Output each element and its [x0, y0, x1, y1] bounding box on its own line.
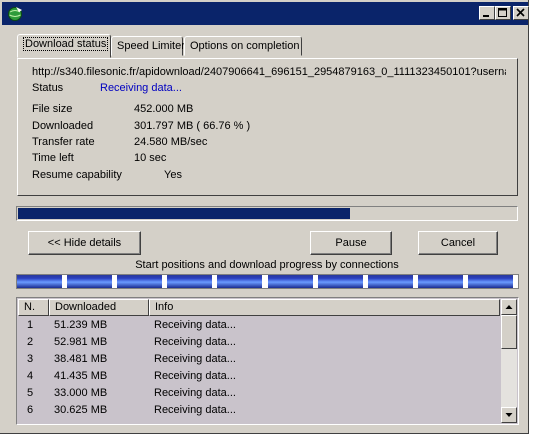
file-size-value: 452.000 MB: [134, 103, 194, 115]
table-row[interactable]: 3 38.481 MB Receiving data...: [18, 351, 500, 368]
tab-label: Speed Limiter: [117, 40, 185, 52]
row-downloaded: 30.625 MB: [54, 404, 108, 416]
download-progress-bar: [16, 206, 518, 221]
scroll-thumb[interactable]: [501, 315, 517, 349]
close-button[interactable]: [513, 6, 529, 20]
table-row[interactable]: 5 33.000 MB Receiving data...: [18, 385, 500, 402]
row-downloaded: 52.981 MB: [54, 336, 108, 348]
transfer-rate-label: Transfer rate: [32, 136, 95, 148]
hide-details-button[interactable]: << Hide details: [28, 231, 141, 255]
scroll-down-arrow-icon: [505, 413, 513, 417]
connection-progress-segment: [417, 275, 463, 288]
connection-progress-segment: [317, 275, 363, 288]
row-number: 3: [27, 353, 34, 365]
minimize-icon: [483, 15, 489, 17]
row-info: Receiving data...: [154, 404, 236, 416]
row-number: 1: [27, 319, 34, 331]
downloaded-label: Downloaded: [32, 120, 94, 132]
row-info: Receiving data...: [154, 370, 236, 382]
table-row[interactable]: 2 52.981 MB Receiving data...: [18, 334, 500, 351]
row-number: 6: [27, 404, 34, 416]
tab-speed-limiter[interactable]: Speed Limiter: [111, 36, 185, 56]
maximize-icon: [498, 8, 507, 17]
minimize-button[interactable]: [479, 6, 495, 20]
scroll-up-button[interactable]: [501, 299, 517, 315]
idm-globe-icon: [8, 7, 22, 21]
row-info: Receiving data...: [154, 353, 236, 365]
row-downloaded: 38.481 MB: [54, 353, 108, 365]
download-url: http://s340.filesonic.fr/apidownload/240…: [32, 66, 506, 78]
tab-download-status[interactable]: Download status: [17, 34, 111, 58]
row-downloaded: 51.239 MB: [54, 319, 108, 331]
cancel-button[interactable]: Cancel: [418, 231, 498, 255]
connection-progress-segment: [217, 275, 263, 288]
row-number: 4: [27, 370, 34, 382]
list-header: N. Downloaded Info: [18, 299, 500, 316]
title-bar[interactable]: [2, 2, 529, 25]
column-header-n[interactable]: N.: [18, 299, 49, 316]
file-size-label: File size: [32, 103, 73, 115]
table-row[interactable]: 4 41.435 MB Receiving data...: [18, 368, 500, 385]
status-value: Receiving data...: [100, 82, 182, 94]
column-header-info[interactable]: Info: [149, 299, 500, 316]
row-number: 5: [27, 387, 34, 399]
connections-list[interactable]: N. Downloaded Info 1 51.239 MB Receiving…: [16, 297, 519, 425]
connection-progress-segment: [367, 275, 413, 288]
tab-label: Download status: [23, 37, 109, 51]
resume-capability-value: Yes: [164, 169, 182, 181]
download-window: Download status Speed Limiter Options on…: [0, 0, 529, 434]
tab-label: Options on completion: [190, 40, 300, 52]
scroll-up-arrow-icon: [505, 305, 513, 309]
connection-progress-segment: [267, 275, 313, 288]
resume-capability-label: Resume capability: [32, 169, 122, 181]
table-row[interactable]: 6 30.625 MB Receiving data...: [18, 402, 500, 419]
tab-options-on-completion[interactable]: Options on completion: [184, 36, 302, 56]
connection-progress-segment: [67, 275, 113, 288]
connection-progress-segment: [167, 275, 213, 288]
scroll-down-button[interactable]: [501, 407, 517, 423]
row-downloaded: 33.000 MB: [54, 387, 108, 399]
connection-progress-segment: [117, 275, 163, 288]
pause-button[interactable]: Pause: [310, 231, 392, 255]
connection-progress-segment: [467, 275, 513, 288]
transfer-rate-value: 24.580 MB/sec: [134, 136, 208, 148]
connections-progress-bar: [16, 274, 519, 289]
row-info: Receiving data...: [154, 387, 236, 399]
row-number: 2: [27, 336, 34, 348]
table-row[interactable]: 1 51.239 MB Receiving data...: [18, 317, 500, 334]
downloaded-value: 301.797 MB ( 66.76 % ): [134, 120, 251, 132]
time-left-value: 10 sec: [134, 152, 167, 164]
time-left-label: Time left: [32, 152, 74, 164]
progress-fill: [18, 208, 350, 219]
connection-progress-segment: [17, 275, 63, 288]
connections-caption: Start positions and download progress by…: [135, 259, 399, 271]
row-info: Receiving data...: [154, 336, 236, 348]
status-label: Status: [32, 82, 64, 94]
row-downloaded: 41.435 MB: [54, 370, 108, 382]
row-info: Receiving data...: [154, 319, 236, 331]
download-status-panel: http://s340.filesonic.fr/apidownload/240…: [17, 58, 518, 196]
maximize-button[interactable]: [495, 6, 511, 20]
vertical-scrollbar[interactable]: [501, 299, 517, 423]
close-icon: [516, 8, 525, 17]
column-header-downloaded[interactable]: Downloaded: [49, 299, 149, 316]
